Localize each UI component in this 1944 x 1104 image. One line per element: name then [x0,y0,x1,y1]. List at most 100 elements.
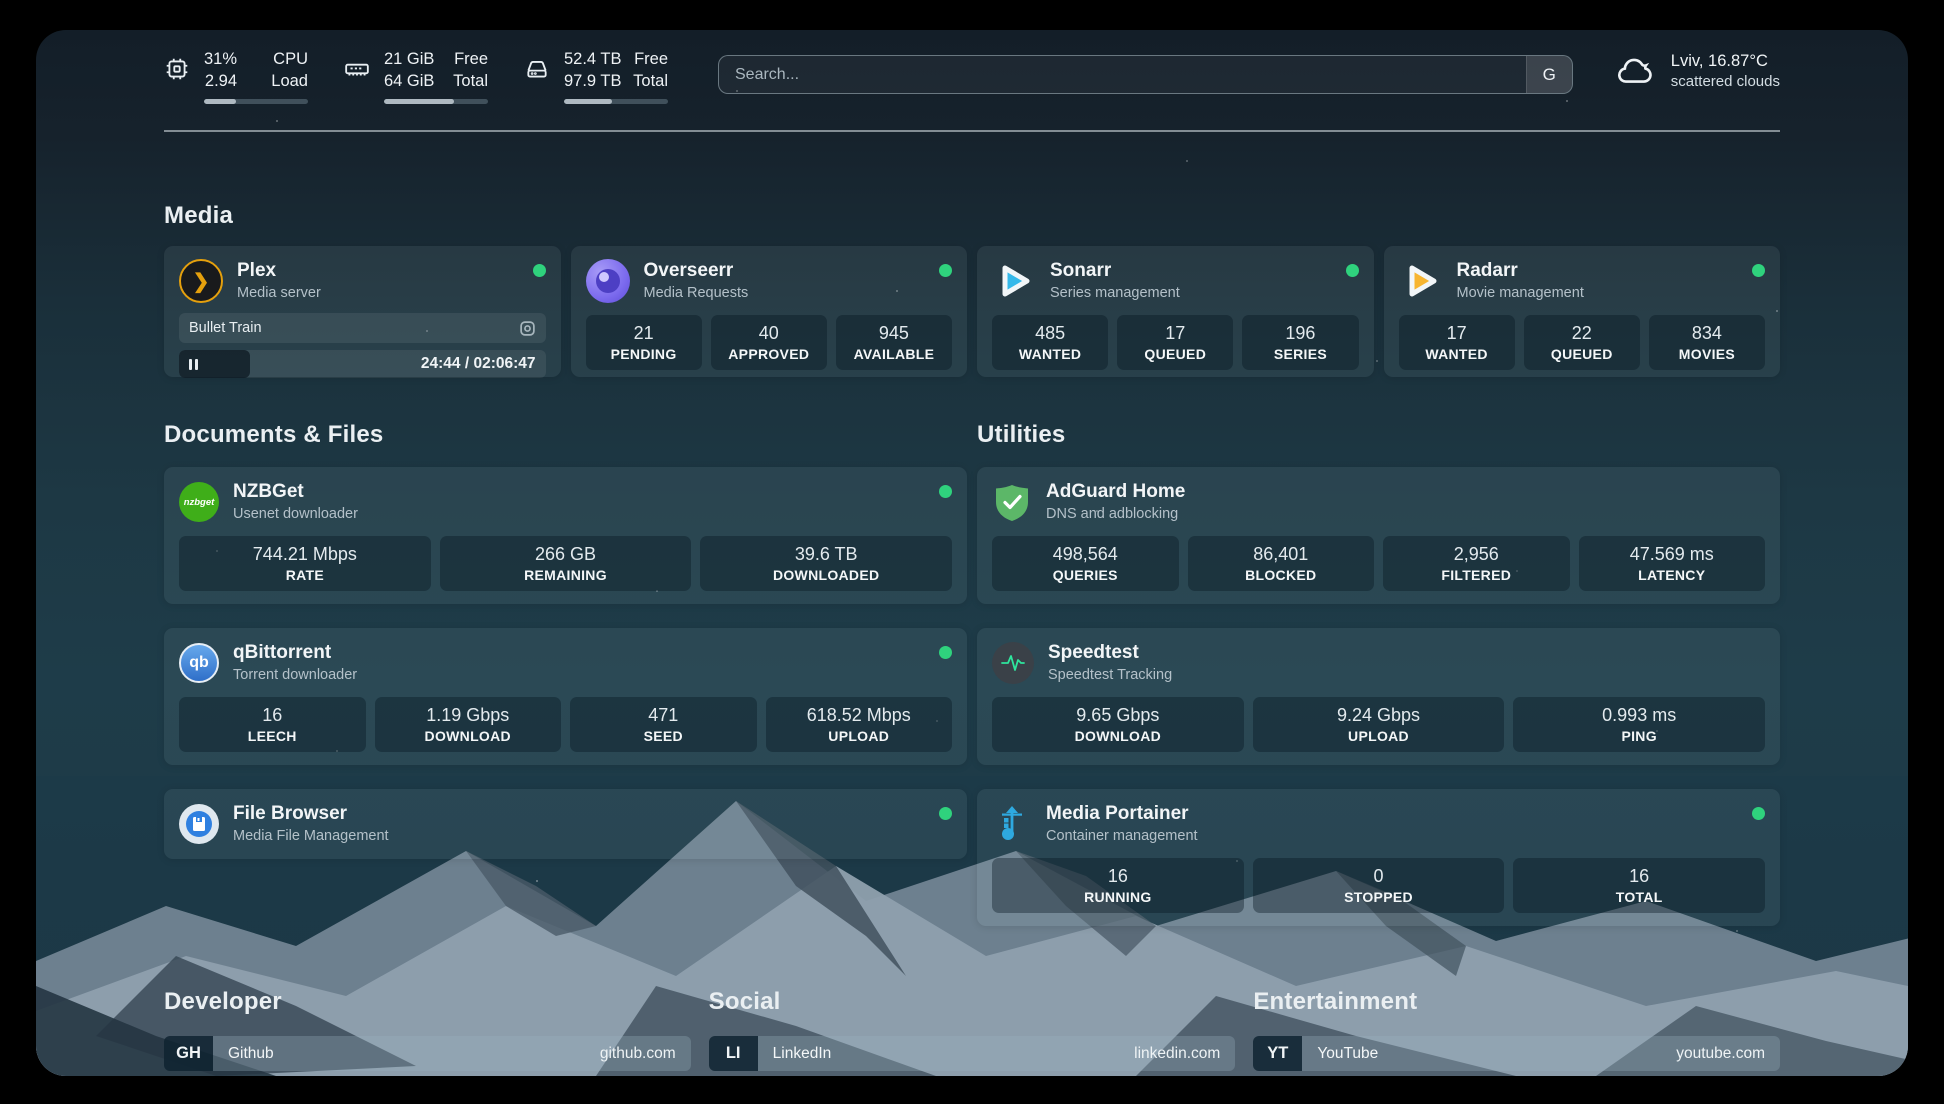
app-title: AdGuard Home [1046,480,1765,504]
playback-progress-bar[interactable]: 24:44 / 02:06:47 [179,350,546,378]
playback-time: 24:44 / 02:06:47 [421,350,536,378]
app-title: Sonarr [1050,259,1346,283]
link-youtube[interactable]: YT YouTubeyoutube.com [1253,1036,1780,1071]
utilities-column: Utilities AdGuard Home DNS and adblockin… [977,421,1780,926]
app-title: Speedtest [1048,641,1765,665]
qbittorrent-card[interactable]: qb qBittorrent Torrent downloader 16LEEC… [164,628,967,765]
overseerr-icon [586,259,630,303]
stat-tile: 39.6 TBDOWNLOADED [700,536,952,591]
cpu-value: 31% [204,48,237,70]
search-input[interactable] [719,56,1526,93]
status-dot [1752,264,1765,277]
app-subtitle: Torrent downloader [233,666,939,685]
pause-icon [189,359,198,370]
filebrowser-icon [179,804,219,844]
link-linkedin[interactable]: LI LinkedInlinkedin.com [709,1036,1236,1071]
social-links-column: Social LI LinkedInlinkedin.com TW Twitte… [709,988,1236,1076]
radarr-card[interactable]: Radarr Movie management 17WANTED 22QUEUE… [1384,246,1781,377]
filebrowser-card[interactable]: File Browser Media File Management [164,789,967,859]
stat-tile: 17QUEUED [1117,315,1233,370]
ram-free-value: 21 GiB [384,48,434,70]
stat-tile: 196SERIES [1242,315,1358,370]
cloud-icon [1615,53,1657,89]
portainer-icon [992,804,1032,844]
app-title: Media Portainer [1046,802,1752,826]
status-dot [939,807,952,820]
cpu-progress-bar [204,99,308,104]
entertainment-links-column: Entertainment YT YouTubeyoutube.com NF N… [1253,988,1780,1076]
dashboard-window: 31% 2.94 CPU Load [36,30,1908,1076]
app-subtitle: Movie management [1457,284,1753,303]
stat-tile: 945AVAILABLE [836,315,952,370]
ram-stat: 21 GiB 64 GiB Free Total [344,48,488,104]
search-engine-button[interactable]: G [1526,56,1572,93]
app-title: NZBGet [233,480,939,504]
media-cards-row: ❯ Plex Media server Bullet Train [164,246,1780,377]
dashboard-frame: 31% 2.94 CPU Load [0,0,1944,1104]
now-playing-row: Bullet Train [179,313,546,343]
disk-total-label: Total [633,70,668,92]
stat-tile: 0STOPPED [1253,858,1505,913]
snow-specks [36,30,38,32]
link-abbr: YT [1253,1036,1302,1071]
stat-tile: 9.65 GbpsDOWNLOAD [992,697,1244,752]
portainer-card[interactable]: Media Portainer Container management 16R… [977,789,1780,926]
adguard-icon [992,482,1032,522]
cpu-label: CPU [273,48,308,70]
status-dot [1752,807,1765,820]
nzbget-card[interactable]: nzbget NZBGet Usenet downloader 744.21 M… [164,467,967,604]
app-subtitle: Speedtest Tracking [1048,666,1765,685]
weather-widget: Lviv, 16.87°C scattered clouds [1615,50,1780,92]
stat-tile: 21PENDING [586,315,702,370]
link-name: Github [228,1045,274,1063]
status-dot [939,646,952,659]
documents-section-title: Documents & Files [164,421,967,449]
sonarr-card[interactable]: Sonarr Series management 485WANTED 17QUE… [977,246,1374,377]
media-section-title: Media [164,202,1780,230]
stat-tile: 0.993 msPING [1513,697,1765,752]
ram-total-label: Total [453,70,488,92]
ram-total-value: 64 GiB [384,70,434,92]
app-title: File Browser [233,802,939,826]
app-title: Radarr [1457,259,1753,283]
now-playing-title: Bullet Train [189,320,262,336]
developer-section-title: Developer [164,988,691,1016]
overseerr-card[interactable]: Overseerr Media Requests 21PENDING 40APP… [571,246,968,377]
adguard-card[interactable]: AdGuard Home DNS and adblocking 498,564Q… [977,467,1780,604]
speedtest-card[interactable]: Speedtest Speedtest Tracking 9.65 GbpsDO… [977,628,1780,765]
plex-card[interactable]: ❯ Plex Media server Bullet Train [164,246,561,377]
stat-tile: 1.19 GbpsDOWNLOAD [375,697,562,752]
link-abbr: GH [164,1036,213,1071]
header-bar: 31% 2.94 CPU Load [164,30,1780,104]
stat-tile: 47.569 msLATENCY [1579,536,1766,591]
search-bar: G [718,55,1573,94]
stat-tile: 16RUNNING [992,858,1244,913]
ram-free-label: Free [454,48,488,70]
stat-tile: 485WANTED [992,315,1108,370]
stat-tile: 471SEED [570,697,757,752]
weather-condition: scattered clouds [1671,72,1780,92]
disk-icon [524,56,550,82]
app-title: Plex [237,259,533,283]
documents-column: Documents & Files nzbget NZBGet Usenet d… [164,421,967,926]
link-github[interactable]: GH Github github.com [164,1036,691,1071]
sonarr-icon [992,259,1036,303]
social-section-title: Social [709,988,1236,1016]
speedtest-icon [992,642,1034,684]
stat-tile: 86,401BLOCKED [1188,536,1375,591]
stat-tile: 618.52 MbpsUPLOAD [766,697,953,752]
nzbget-icon: nzbget [179,482,219,522]
utilities-section-title: Utilities [977,421,1780,449]
app-title: qBittorrent [233,641,939,665]
cpu-stat: 31% 2.94 CPU Load [164,48,308,104]
radarr-icon [1399,259,1443,303]
developer-links-column: Developer GH Githubgithub.com SO StackOv… [164,988,691,1076]
app-title: Overseerr [644,259,940,283]
app-subtitle: Media server [237,284,533,303]
cpu-load-value: 2.94 [205,70,237,92]
link-url: github.com [600,1045,676,1063]
link-name: LinkedIn [773,1045,832,1063]
stat-tile: 16LEECH [179,697,366,752]
session-icon [519,320,536,337]
app-subtitle: Media Requests [644,284,940,303]
